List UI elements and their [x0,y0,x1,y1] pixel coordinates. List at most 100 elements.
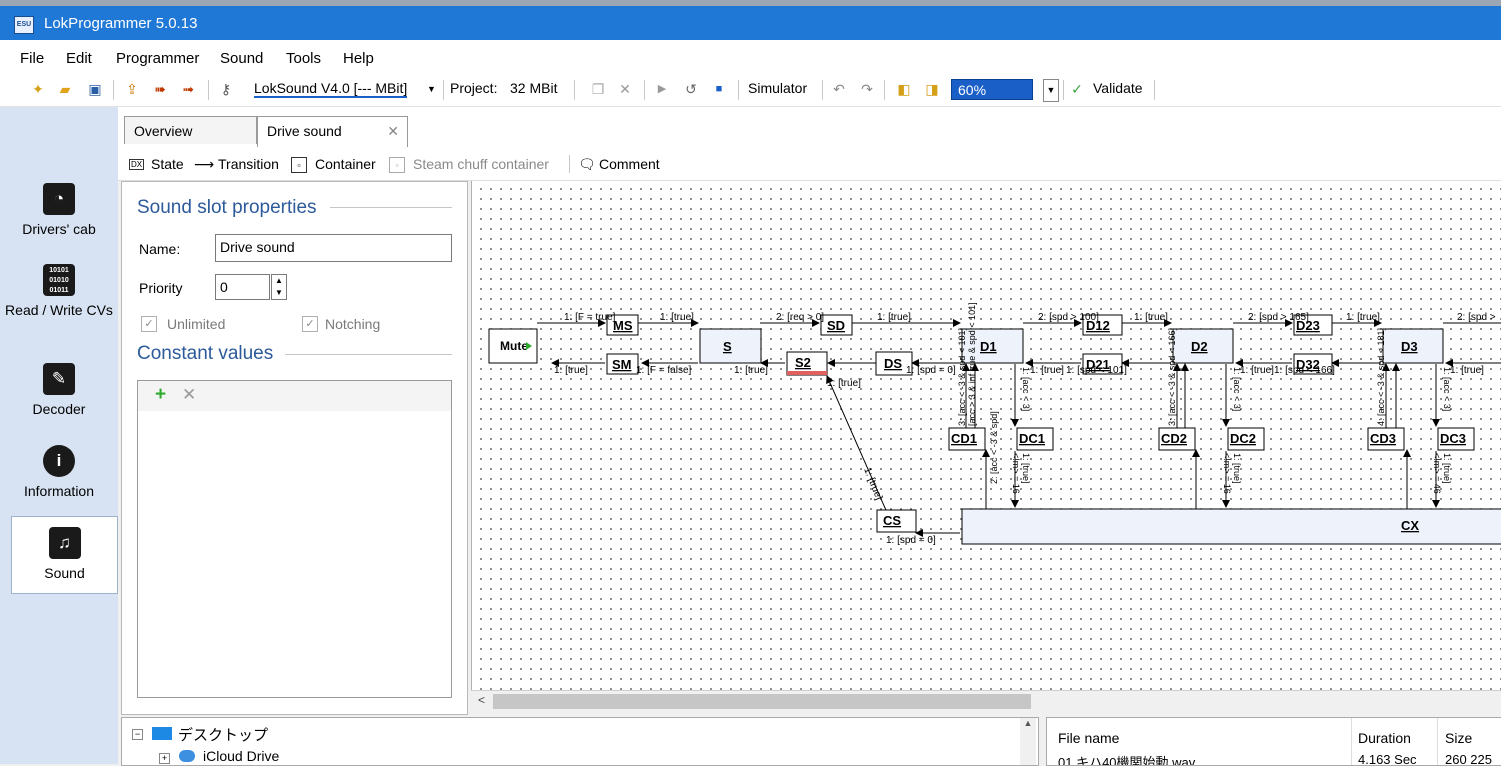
menu-file[interactable]: File [20,50,44,67]
svg-text:DS: DS [884,356,902,371]
import-icon[interactable]: ⇪ [124,81,140,97]
redo-icon[interactable]: ↷ [859,81,875,97]
chevron-down-icon[interactable]: ▼ [427,84,436,94]
toolbar-separator [644,80,645,100]
menu-programmer[interactable]: Programmer [116,50,199,67]
steam-chuff-container-button[interactable]: Steam chuff container [413,156,549,172]
zoom-dropdown-chevron-icon[interactable]: ▼ [1043,79,1059,102]
vertical-scrollbar[interactable]: ▲ [1020,718,1036,765]
zoom-input[interactable]: 60% [951,79,1033,100]
state-sd[interactable]: SD [820,314,853,336]
save-icon[interactable]: ▣ [87,81,103,97]
state-cd3[interactable]: CD3 [1367,427,1405,451]
toolbar-separator [113,80,114,100]
name-field[interactable]: Drive sound [215,234,452,262]
delete-icon[interactable]: ✕ [182,385,196,405]
undo-icon[interactable]: ↶ [831,81,847,97]
state-cd2[interactable]: CD2 [1158,427,1196,451]
state-d2[interactable]: D2 [1172,328,1234,364]
nav-sound[interactable]: ♫ Sound [11,516,118,594]
copy-icon[interactable]: ❐ [590,81,606,97]
add-state-button[interactable]: State [151,156,184,172]
add-icon[interactable]: + [155,384,166,406]
column-header-size[interactable]: Size [1445,730,1472,746]
state-cd1[interactable]: CD1 [948,427,986,451]
collapse-icon[interactable]: − [132,729,143,740]
tree-item-icloud[interactable]: iCloud Drive [203,748,279,764]
reload-icon[interactable]: ↺ [683,81,699,97]
bring-front-icon[interactable]: ◧ [896,81,912,97]
write-decoder-icon[interactable]: ➟ [180,81,196,97]
tree-item-desktop[interactable]: デスクトップ [178,724,268,745]
sound-flow-diagram[interactable]: Mute MS SM S S2 SD DS D1 D12 D21 D2 D23 … [471,181,1501,713]
state-d3[interactable]: D3 [1382,328,1444,364]
folder-tree[interactable]: − デスクトップ + iCloud Drive ▲ [121,717,1039,766]
nav-decoder[interactable]: ✎ Decoder [0,363,118,417]
validate-button[interactable]: Validate [1093,80,1143,96]
state-dc2[interactable]: DC2 [1227,427,1265,451]
state-dc1[interactable]: DC1 [1016,427,1054,451]
transition-label: 1: [acc < 3] [1021,367,1031,411]
transition-label: [acc > 3 & inf true & spd < 101] [967,302,977,426]
key-icon[interactable]: ⚷ [218,81,234,97]
nav-read-write-cvs[interactable]: 10101 01010 01011 Read / Write CVs [0,264,118,318]
state-cx[interactable]: CX [961,508,1501,545]
menu-edit[interactable]: Edit [66,50,92,67]
transition-label: 2: [acc < -3 & spd] [989,411,999,484]
transition-label: <!m> = 16 [1222,453,1232,494]
send-back-icon[interactable]: ◨ [924,81,940,97]
scrollbar-thumb[interactable] [493,694,1031,709]
svg-text:D3: D3 [1401,339,1418,354]
transition-label: 1: [spd = 0] [886,535,936,546]
table-row[interactable]: 01 キハ40機関始動.wav 4.163 Sec 260 225 b [1047,754,1501,765]
nav-information[interactable]: i Information [0,445,118,499]
nav-drivers-cab[interactable]: ◔ Drivers' cab [0,183,118,237]
state-mute[interactable]: Mute [488,328,538,364]
export-icon[interactable]: ➠ [152,81,168,97]
nav-label: Information [23,483,95,499]
delete-icon[interactable]: ✕ [617,81,633,97]
tab-drive-sound[interactable]: Drive sound ✕ [257,116,408,147]
decoder-type-select[interactable]: LokSound V4.0 [--- MBit] [254,80,408,98]
transition-label: 1: [F = false] [636,365,692,376]
menu-help[interactable]: Help [343,50,374,67]
svg-text:D1: D1 [980,339,997,354]
divider [285,354,452,355]
column-header-duration[interactable]: Duration [1358,730,1411,746]
menu-sound[interactable]: Sound [220,50,263,67]
horizontal-scrollbar[interactable]: < [471,690,1501,713]
comment-icon: 🗨 [578,156,596,172]
unlimited-checkbox[interactable]: ✓ [141,316,157,332]
priority-field[interactable]: 0 [215,274,270,300]
priority-stepper[interactable]: ▲ ▼ [271,274,287,300]
container-icon: ▫ [291,157,307,173]
svg-text:CD1: CD1 [951,431,977,446]
priority-label: Priority [139,280,183,296]
state-dc3[interactable]: DC3 [1437,427,1475,451]
notching-checkbox[interactable]: ✓ [302,316,318,332]
new-file-icon[interactable]: ✦ [30,81,46,97]
stop-icon[interactable]: ■ [711,81,727,97]
transition-label: 1: [true] [1450,365,1484,376]
state-sm[interactable]: SM [606,353,639,375]
expand-icon[interactable]: + [159,753,170,764]
file-list[interactable]: File name Duration Size 01 キハ40機関始動.wav … [1046,717,1501,766]
play-icon[interactable]: ▶ [654,81,670,97]
state-cs[interactable]: CS [876,509,917,533]
add-container-button[interactable]: Container [315,156,376,172]
constant-values-list[interactable]: + ✕ [137,380,452,698]
state-s2[interactable]: S2 [786,351,828,376]
menu-tools[interactable]: Tools [286,50,321,67]
column-header-file-name[interactable]: File name [1058,730,1119,746]
chevron-left-icon[interactable]: < [478,693,485,707]
toolbar-separator [884,80,885,100]
simulator-button[interactable]: Simulator [748,80,807,96]
tab-overview[interactable]: Overview [124,116,257,144]
transition-label: <!m> = 16 [1011,453,1021,494]
state-s[interactable]: S [699,328,762,364]
add-comment-button[interactable]: Comment [599,156,660,172]
checkmark-icon: ✓ [1071,81,1083,97]
open-folder-icon[interactable]: ▰ [57,81,73,97]
close-icon[interactable]: ✕ [387,117,399,145]
add-transition-button[interactable]: Transition [218,156,279,172]
